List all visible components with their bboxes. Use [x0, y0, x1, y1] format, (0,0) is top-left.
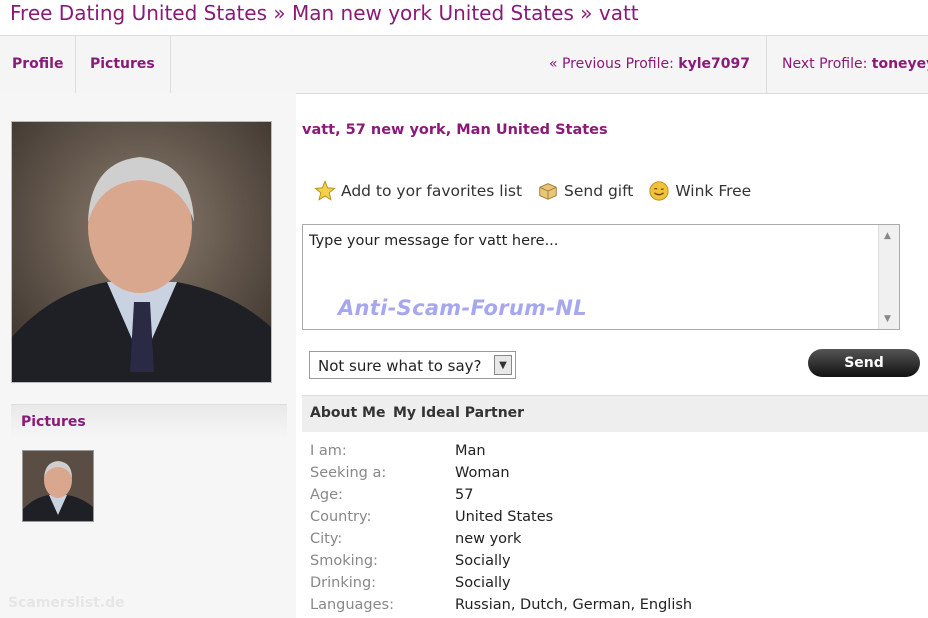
breadcrumb-separator: »	[273, 1, 286, 25]
profile-title: vatt, 57 new york, Man United States	[302, 122, 608, 138]
profile-photo-image	[12, 122, 271, 382]
detail-label: Age:	[310, 487, 343, 503]
profile-nav-bar: Profile Pictures « Previous Profile: kyl…	[0, 35, 928, 94]
previous-profile-link[interactable]: « Previous Profile: kyle7097	[549, 36, 767, 93]
add-favorite-link[interactable]: Add to yor favorites list	[314, 180, 522, 202]
star-icon	[314, 180, 336, 201]
detail-value: United States	[455, 509, 554, 525]
wink-smiley-icon	[649, 181, 669, 201]
detail-value: Russian, Dutch, German, English	[455, 597, 693, 613]
pictures-section-title: Pictures	[21, 414, 86, 430]
photo-thumbnail-image	[23, 451, 93, 521]
detail-label: City:	[310, 531, 343, 547]
tab-about-me[interactable]: About Me	[310, 405, 385, 421]
scroll-down-icon[interactable]: ▼	[884, 314, 891, 324]
send-gift-label: Send gift	[564, 182, 634, 200]
previous-profile-prefix: « Previous Profile:	[548, 56, 674, 72]
tab-ideal-partner[interactable]: My Ideal Partner	[393, 405, 524, 421]
photo-thumbnail[interactable]	[22, 450, 94, 522]
gift-box-icon	[539, 183, 557, 200]
profile-actions: Add to yor favorites list Send gift Wink…	[314, 180, 761, 204]
detail-label: I am:	[310, 443, 347, 459]
tab-pictures[interactable]: Pictures	[76, 36, 171, 93]
next-profile-name: toneyey	[871, 56, 928, 72]
suggestion-select-value: Not sure what to say?	[318, 357, 482, 375]
watermark-overlay: Anti-Scam-Forum-NL	[338, 296, 587, 320]
detail-label: Languages:	[310, 597, 394, 613]
chevron-down-icon[interactable]: ▼	[494, 355, 512, 375]
detail-label: Smoking:	[310, 553, 378, 569]
previous-profile-name: kyle7097	[678, 56, 750, 72]
add-favorite-label: Add to yor favorites list	[341, 182, 523, 200]
next-profile-prefix: Next Profile:	[782, 56, 868, 72]
next-profile-link[interactable]: Next Profile: toneyey	[782, 36, 928, 93]
send-gift-link[interactable]: Send gift	[537, 180, 633, 202]
breadcrumb-link-location[interactable]: Man new york United States	[292, 1, 574, 25]
detail-label: Country:	[310, 509, 372, 525]
detail-value: new york	[455, 531, 522, 547]
detail-value: Woman	[455, 465, 510, 481]
breadcrumb-separator: »	[580, 1, 593, 25]
pictures-section-header: Pictures	[11, 404, 287, 439]
watermark: Scamerslist.de	[8, 595, 125, 611]
detail-tabs: About Me My Ideal Partner	[302, 395, 928, 432]
detail-label: Seeking a:	[310, 465, 387, 481]
message-scrollbar[interactable]: ▲ ▼	[878, 225, 899, 329]
profile-photo[interactable]	[11, 121, 272, 383]
detail-value: 57	[455, 487, 474, 503]
scroll-up-icon[interactable]: ▲	[884, 231, 891, 241]
wink-link[interactable]: Wink Free	[648, 180, 751, 202]
suggestion-select[interactable]: Not sure what to say? ▼	[309, 351, 516, 379]
detail-label: Drinking:	[310, 575, 377, 591]
wink-label: Wink Free	[675, 182, 752, 200]
breadcrumb: Free Dating United States » Man new york…	[10, 0, 639, 30]
detail-value: Socially	[455, 575, 511, 591]
breadcrumb-link-dating[interactable]: Free Dating United States	[10, 1, 267, 25]
send-button[interactable]: Send	[808, 349, 920, 377]
tab-profile[interactable]: Profile	[0, 36, 76, 93]
detail-value: Socially	[455, 553, 511, 569]
breadcrumb-current: vatt	[598, 1, 639, 25]
detail-value: Man	[455, 443, 486, 459]
